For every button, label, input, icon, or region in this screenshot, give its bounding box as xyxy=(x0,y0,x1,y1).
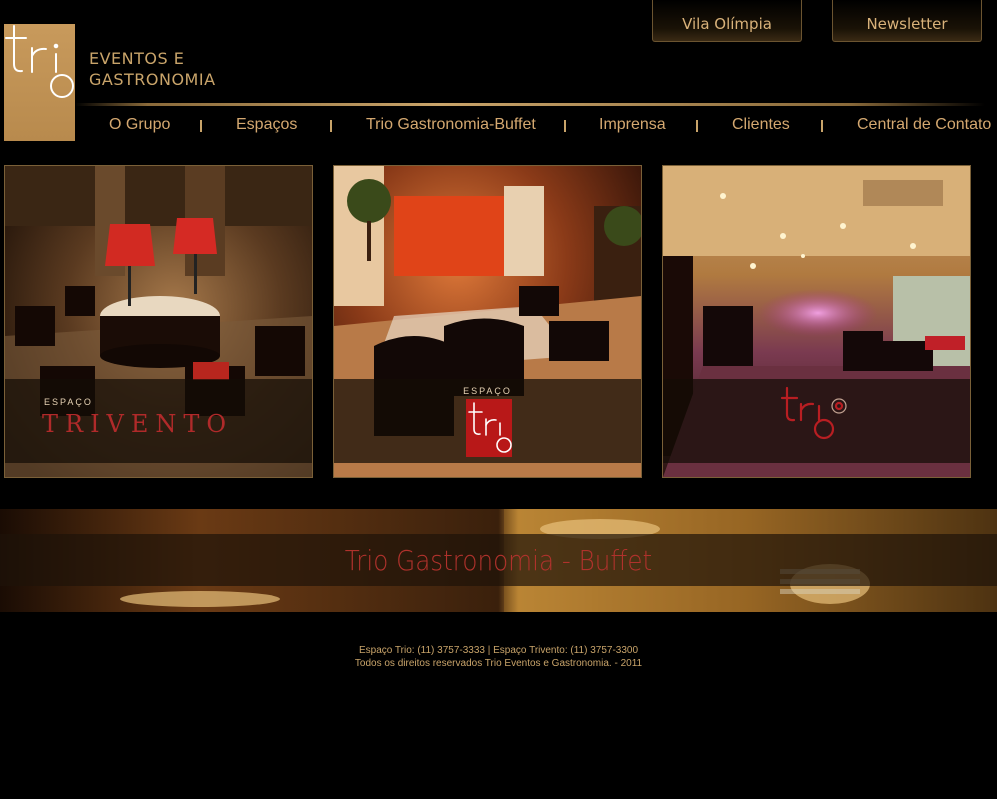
buffet-banner[interactable]: Trio Gastronomia - Buffet xyxy=(0,509,997,612)
card-trio-gastronomia[interactable] xyxy=(662,165,971,478)
vila-olimpia-button[interactable]: Vila Olímpia xyxy=(652,0,802,42)
footer-copyright: Todos os direitos reservados Trio Evento… xyxy=(354,658,643,669)
newsletter-button[interactable]: Newsletter xyxy=(832,0,982,42)
nav-separator xyxy=(696,120,698,132)
nav-item-central-de-contato[interactable]: Central de Contato xyxy=(857,116,991,134)
nav-separator xyxy=(564,120,566,132)
trivento-logo-text: TRIVENTO xyxy=(42,410,234,438)
brand-tagline: EVENTOS E GASTRONOMIA xyxy=(89,48,216,90)
nav-item-espacos[interactable]: Espaços xyxy=(236,116,297,134)
main-nav: O Grupo Espaços Trio Gastronomia-Buffet … xyxy=(0,116,997,138)
nav-separator xyxy=(200,120,202,132)
trio-red-badge-logo xyxy=(466,399,512,457)
nav-divider-line xyxy=(75,103,985,106)
card-espaco-trio[interactable]: ESPAÇO xyxy=(333,165,642,478)
trivento-espaco-label: ESPAÇO xyxy=(44,397,93,407)
nav-separator xyxy=(330,120,332,132)
nav-item-trio-gastronomia-buffet[interactable]: Trio Gastronomia-Buffet xyxy=(366,116,536,134)
nav-item-o-grupo[interactable]: O Grupo xyxy=(109,116,170,134)
brand-line-1: EVENTOS E xyxy=(89,49,185,68)
card-espaco-trivento[interactable]: ESPAÇO TRIVENTO xyxy=(4,165,313,478)
nav-item-clientes[interactable]: Clientes xyxy=(732,116,790,134)
trio-logo-icon xyxy=(780,386,847,440)
footer-phones: Espaço Trio: (11) 3757-3333 | Espaço Tri… xyxy=(358,645,639,656)
trio-red-outline-logo xyxy=(779,384,859,444)
brand-line-2: GASTRONOMIA xyxy=(89,70,216,89)
trio-logo-icon xyxy=(468,402,512,453)
nav-separator xyxy=(821,120,823,132)
trio-espaco-label: ESPAÇO xyxy=(463,386,512,396)
nav-item-imprensa[interactable]: Imprensa xyxy=(599,116,666,134)
footer: Espaço Trio: (11) 3757-3333 | Espaço Tri… xyxy=(0,644,997,670)
banner-title: Trio Gastronomia - Buffet xyxy=(344,544,653,577)
